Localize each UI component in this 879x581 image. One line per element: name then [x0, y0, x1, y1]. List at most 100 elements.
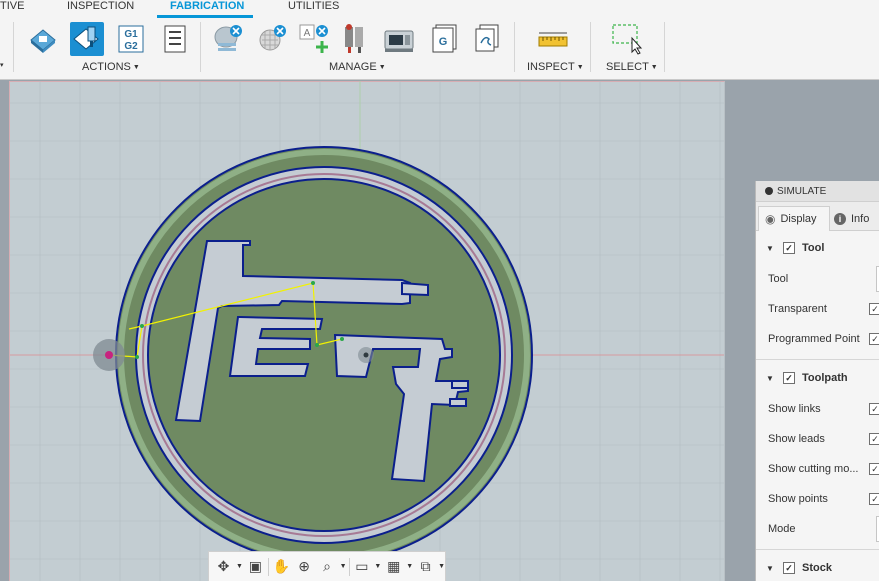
post-library-icon: A: [299, 24, 328, 53]
select-label-text: SELECT: [606, 61, 649, 73]
navigation-bar: ✥ ▼ ▣ ✋ ⊕ ⌕ ▼ ▭ ▼ ▦ ▼ ⧉ ▼: [208, 551, 446, 581]
show-points-checkbox[interactable]: ✓: [869, 493, 879, 505]
show-cutting-moves-label: Show cutting mo...: [768, 463, 859, 475]
show-cutting-moves-row: Show cutting mo... ✓: [768, 454, 879, 484]
show-leads-checkbox[interactable]: ✓: [869, 433, 879, 445]
tool-label: Tool: [768, 273, 789, 285]
chevron-down-icon[interactable]: ▼: [766, 564, 774, 573]
simulate-title: SIMULATE: [777, 185, 827, 197]
tool-row: Tool H: [768, 264, 879, 294]
tab-generative[interactable]: TIVE: [0, 0, 24, 14]
toolbar-ribbon: TIVE INSPECTION FABRICATION UTILITIES ▾ …: [0, 0, 879, 80]
simulate-panel-header[interactable]: SIMULATE: [756, 181, 879, 202]
template-library-button[interactable]: [256, 22, 290, 56]
window-select-button[interactable]: [610, 22, 644, 56]
stock-section-title: Stock: [802, 562, 832, 574]
chevron-down-icon[interactable]: ▼: [438, 563, 445, 570]
tool-tip-point: [105, 351, 113, 359]
show-cutting-moves-checkbox[interactable]: ✓: [869, 463, 879, 475]
select-icon: [612, 24, 643, 55]
simulate-tabs: ◉ Display i Info: [756, 202, 879, 231]
group-separator: [13, 22, 14, 72]
nav-separator: [267, 557, 269, 576]
nc-program-button[interactable]: G: [428, 22, 462, 56]
machine-icon: [384, 30, 414, 52]
post-process-g1-text: G1: [124, 29, 138, 40]
measure-button[interactable]: [536, 22, 570, 56]
section-divider: [756, 549, 879, 550]
nc-program-letter: G: [439, 36, 448, 48]
tool-section-title: Tool: [802, 242, 825, 254]
machine-configuration-button[interactable]: [382, 22, 416, 56]
actions-group-label[interactable]: ACTIONS ▼: [82, 61, 140, 73]
tab-info-label: Info: [851, 212, 870, 225]
svg-text:A: A: [304, 28, 311, 39]
pan-icon[interactable]: ✋: [271, 556, 292, 578]
simulate-machine-icon: [73, 26, 99, 50]
tab-display[interactable]: ◉ Display: [758, 206, 830, 231]
tab-fabrication[interactable]: FABRICATION: [170, 0, 244, 14]
stock-section-header[interactable]: ▼ ✓ Stock: [756, 553, 879, 581]
simulate-with-machine-button[interactable]: [70, 22, 104, 56]
nc-program-icon: G: [432, 24, 457, 53]
look-at-icon[interactable]: ▣: [245, 556, 266, 578]
machine-library-button[interactable]: [340, 22, 374, 56]
viewports-icon[interactable]: ⧉: [415, 556, 436, 578]
chevron-down-icon[interactable]: ▼: [766, 244, 774, 253]
chevron-down-icon: ▼: [650, 64, 658, 71]
orbit-icon[interactable]: ✥: [213, 556, 234, 578]
nav-separator: [348, 557, 350, 576]
viewport-canvas[interactable]: [0, 81, 879, 581]
simulate-button[interactable]: [26, 22, 60, 56]
new-folder-button[interactable]: [470, 22, 504, 56]
tab-utilities[interactable]: UTILITIES: [288, 0, 339, 14]
tab-inspection[interactable]: INSPECTION: [67, 0, 134, 14]
tab-display-label: Display: [780, 213, 817, 225]
inspect-group-label[interactable]: INSPECT ▼: [527, 61, 584, 73]
fit-icon[interactable]: ⌕: [317, 556, 338, 578]
transparent-row: Transparent ✓: [768, 294, 879, 324]
grid-icon[interactable]: ▦: [383, 556, 404, 578]
toolpath-enabled-checkbox[interactable]: ✓: [783, 372, 795, 384]
programmed-point-checkbox[interactable]: ✓: [869, 333, 879, 345]
transparent-checkbox[interactable]: ✓: [869, 303, 879, 315]
post-library-button[interactable]: A: [298, 22, 332, 56]
transparent-label: Transparent: [768, 303, 827, 315]
zoom-icon[interactable]: ⊕: [294, 556, 315, 578]
chevron-down-icon[interactable]: ▼: [340, 563, 347, 570]
chevron-down-icon[interactable]: ▼: [766, 374, 774, 383]
tab-info[interactable]: i Info: [834, 206, 879, 231]
tool-library-button[interactable]: [212, 22, 246, 56]
group-separator: [200, 22, 201, 72]
select-group-label[interactable]: SELECT ▼: [606, 61, 658, 73]
stock-enabled-checkbox[interactable]: ✓: [783, 562, 795, 574]
collapse-icon[interactable]: [765, 187, 773, 195]
toolpath-view[interactable]: [0, 81, 879, 581]
toolpath-section-header[interactable]: ▼ ✓ Toolpath: [756, 363, 879, 393]
setup-sheet-icon: [164, 25, 186, 53]
tool-enabled-checkbox[interactable]: ✓: [783, 242, 795, 254]
post-process-g2-text: G2: [124, 41, 138, 52]
mode-row: Mode A: [768, 514, 879, 544]
template-library-icon: [259, 25, 286, 51]
setup-sheet-button[interactable]: [158, 22, 192, 56]
chevron-down-icon: ▼: [132, 64, 140, 71]
documents-icon: [475, 24, 499, 52]
chevron-down-icon[interactable]: ▼: [406, 563, 413, 570]
show-leads-label: Show leads: [768, 433, 825, 445]
tool-section-header[interactable]: ▼ ✓ Tool: [756, 233, 879, 263]
section-divider: [756, 359, 879, 360]
chevron-down-icon[interactable]: ▾: [0, 61, 4, 69]
group-separator: [590, 22, 591, 72]
manage-group-label[interactable]: MANAGE ▼: [329, 61, 386, 73]
inspect-label-text: INSPECT: [527, 61, 575, 73]
origin-point: [363, 352, 369, 358]
chevron-down-icon[interactable]: ▼: [236, 563, 243, 570]
post-process-button[interactable]: G1 G2: [114, 22, 148, 56]
eye-icon: ◉: [765, 212, 776, 226]
tool-library-icon: [214, 25, 242, 51]
group-separator: [664, 22, 665, 72]
show-links-checkbox[interactable]: ✓: [869, 403, 879, 415]
chevron-down-icon[interactable]: ▼: [374, 563, 381, 570]
display-settings-icon[interactable]: ▭: [351, 556, 372, 578]
